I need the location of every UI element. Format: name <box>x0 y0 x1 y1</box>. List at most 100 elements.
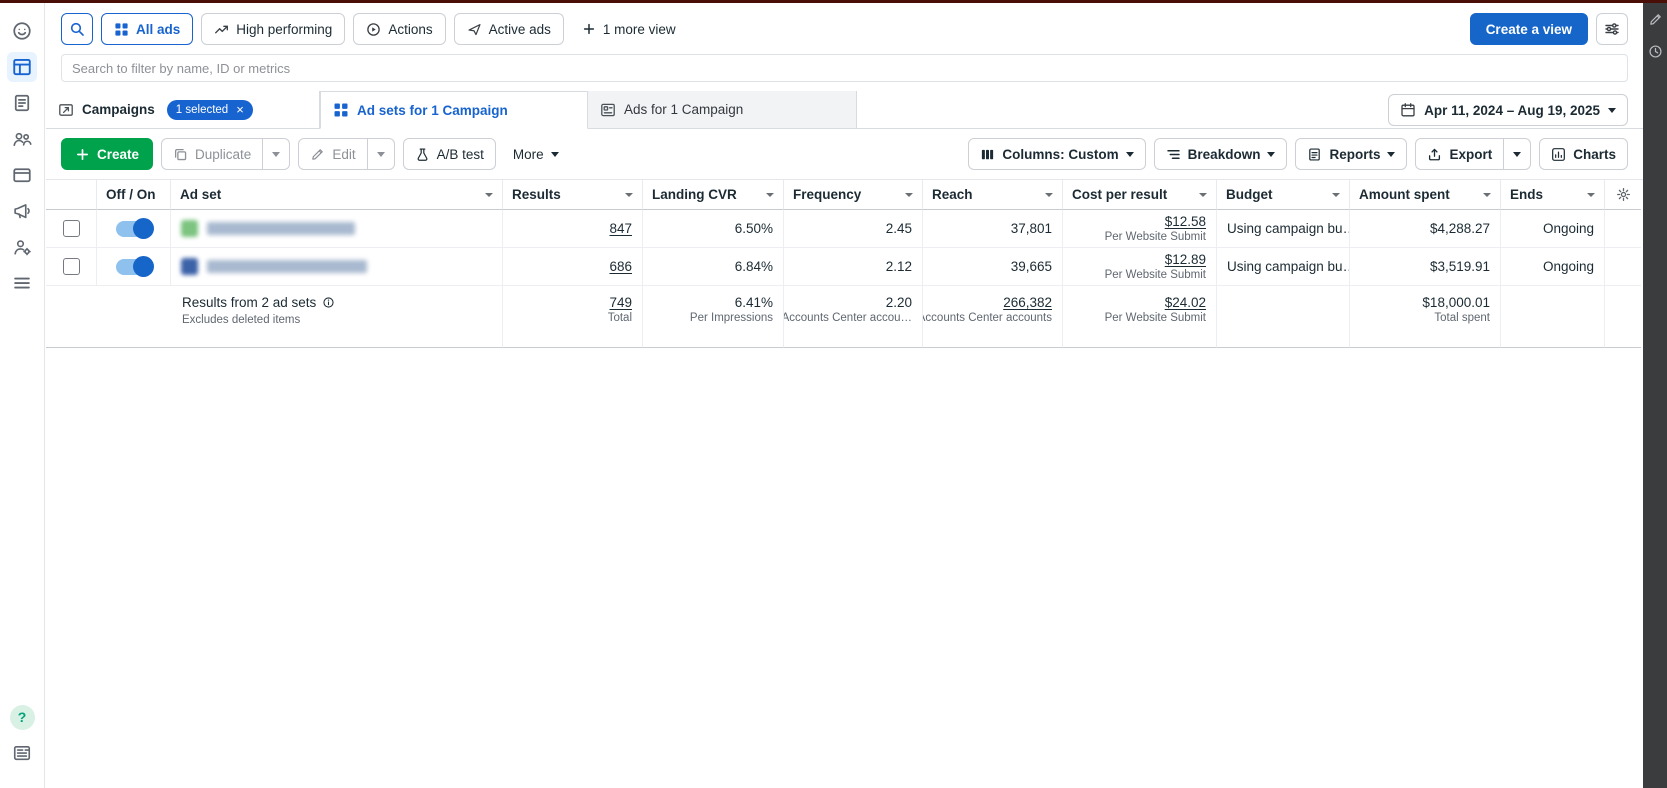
summary-cost-link[interactable]: $24.02 <box>1165 295 1206 310</box>
landing-cvr-cell: 6.50% <box>643 210 784 248</box>
adset-name-redacted <box>207 260 367 273</box>
row-toggle-cell <box>97 248 171 286</box>
results-cell: 847 <box>503 210 643 248</box>
export-dropdown-button[interactable] <box>1504 138 1531 170</box>
column-header-reach[interactable]: Reach <box>923 180 1063 210</box>
summary-spent-value: $18,000.01 <box>1422 295 1490 310</box>
date-range-picker[interactable]: Apr 11, 2024 – Aug 19, 2025 <box>1388 94 1628 126</box>
summary-results-cell: 749 Total <box>503 286 643 348</box>
column-header-amount-spent[interactable]: Amount spent <box>1350 180 1501 210</box>
chart-icon <box>1551 147 1566 162</box>
summary-cost-sub: Per Website Submit <box>1105 312 1206 324</box>
account-smiley-icon[interactable] <box>7 16 37 46</box>
columns-button[interactable]: Columns: Custom <box>968 138 1145 170</box>
duplicate-split: Duplicate <box>161 138 290 170</box>
selected-count-label: 1 selected <box>176 104 228 116</box>
charts-button[interactable]: Charts <box>1539 138 1628 170</box>
tab-campaigns-label: Campaigns <box>82 102 155 117</box>
sort-caret-icon <box>1332 193 1340 197</box>
selected-count-badge[interactable]: 1 selected × <box>167 100 253 120</box>
export-split: Export <box>1415 138 1531 170</box>
summary-label-cell: Results from 2 ad sets Excludes deleted … <box>46 286 503 348</box>
help-icon[interactable]: ? <box>7 702 37 732</box>
filter-search-input[interactable] <box>61 54 1628 82</box>
cost-link[interactable]: $12.58 <box>1165 214 1206 229</box>
adset-thumbnail <box>181 258 198 275</box>
column-header-ad-set[interactable]: Ad set <box>171 180 503 210</box>
tab-campaigns[interactable]: Campaigns 1 selected × <box>46 91 320 128</box>
duplicate-dropdown-button[interactable] <box>263 138 290 170</box>
search-button[interactable] <box>61 13 93 45</box>
audiences-people-icon[interactable] <box>7 124 37 154</box>
reports-button[interactable]: Reports <box>1295 138 1407 170</box>
results-link[interactable]: 686 <box>609 259 632 274</box>
history-clock-icon[interactable] <box>1647 43 1664 60</box>
create-button[interactable]: Create <box>61 138 153 170</box>
column-header-ends[interactable]: Ends <box>1501 180 1605 210</box>
summary-reach-link[interactable]: 266,382 <box>1003 295 1052 310</box>
edit-panel-pencil-icon[interactable] <box>1647 11 1664 28</box>
landing-cvr-cell: 6.84% <box>643 248 784 286</box>
view-pill-actions[interactable]: Actions <box>353 13 445 45</box>
view-settings-button[interactable] <box>1596 13 1628 45</box>
campaign-folder-icon <box>58 102 74 118</box>
news-icon[interactable] <box>7 738 37 768</box>
filter-row <box>46 54 1643 91</box>
summary-reach-cell: 266,382 Accounts Center accounts <box>923 286 1063 348</box>
column-header-cost-per-result[interactable]: Cost per result <box>1063 180 1217 210</box>
adset-name-cell[interactable] <box>171 210 503 248</box>
menu-lines-icon[interactable] <box>7 268 37 298</box>
column-settings-button[interactable] <box>1605 180 1641 210</box>
level-tabs: Campaigns 1 selected × Ad sets for 1 Cam… <box>46 91 1643 129</box>
column-header-frequency[interactable]: Frequency <box>784 180 923 210</box>
breakdown-button[interactable]: Breakdown <box>1154 138 1288 170</box>
more-views-button[interactable]: 1 more view <box>572 13 686 45</box>
export-button[interactable]: Export <box>1415 138 1504 170</box>
view-pill-active-ads[interactable]: Active ads <box>454 13 564 45</box>
cost-link[interactable]: $12.89 <box>1165 252 1206 267</box>
info-icon[interactable] <box>322 296 335 309</box>
top-edge-bar <box>0 0 1667 3</box>
create-view-button[interactable]: Create a view <box>1470 13 1588 45</box>
row-select-cell <box>46 210 97 248</box>
gear-icon <box>1616 187 1631 202</box>
promotions-megaphone-icon[interactable] <box>7 196 37 226</box>
column-header-results[interactable]: Results <box>503 180 643 210</box>
views-bar: All ads High performing Actions Active a… <box>46 3 1643 54</box>
row-checkbox[interactable] <box>63 258 80 275</box>
view-pill-all-ads[interactable]: All ads <box>101 13 193 45</box>
row-checkbox[interactable] <box>63 220 80 237</box>
edit-button[interactable]: Edit <box>298 138 367 170</box>
view-pill-label: Active ads <box>489 22 551 37</box>
cost-unit-label: Per Website Submit <box>1105 231 1206 243</box>
summary-row: Results from 2 ad sets Excludes deleted … <box>46 286 1643 348</box>
results-link[interactable]: 847 <box>609 221 632 236</box>
caret-down-icon <box>1267 152 1275 157</box>
duplicate-button[interactable]: Duplicate <box>161 138 263 170</box>
column-header-landing-cvr[interactable]: Landing CVR <box>643 180 784 210</box>
more-button[interactable]: More <box>504 138 568 170</box>
edit-dropdown-button[interactable] <box>368 138 395 170</box>
view-pill-high-performing[interactable]: High performing <box>201 13 345 45</box>
caret-down-icon <box>377 152 385 157</box>
ads-manager-table-icon[interactable] <box>7 52 37 82</box>
header-select-all[interactable] <box>46 180 97 210</box>
sort-caret-icon <box>485 193 493 197</box>
clear-selection-icon[interactable]: × <box>236 103 244 116</box>
pages-clipboard-icon[interactable] <box>7 88 37 118</box>
frequency-cell: 2.45 <box>784 210 923 248</box>
column-header-budget[interactable]: Budget <box>1217 180 1350 210</box>
summary-cvr-value: 6.41% <box>735 295 773 310</box>
adset-toggle[interactable] <box>116 221 152 237</box>
results-cell: 686 <box>503 248 643 286</box>
adset-name-cell[interactable] <box>171 248 503 286</box>
tab-ad-sets[interactable]: Ad sets for 1 Campaign <box>320 91 588 129</box>
tab-ads[interactable]: Ads for 1 Campaign <box>588 91 857 128</box>
billing-card-icon[interactable] <box>7 160 37 190</box>
adset-toggle[interactable] <box>116 259 152 275</box>
ends-cell: Ongoing <box>1501 248 1605 286</box>
row-toggle-cell <box>97 210 171 248</box>
summary-results-link[interactable]: 749 <box>609 295 632 310</box>
ab-test-button[interactable]: A/B test <box>403 138 496 170</box>
account-settings-person-icon[interactable] <box>7 232 37 262</box>
